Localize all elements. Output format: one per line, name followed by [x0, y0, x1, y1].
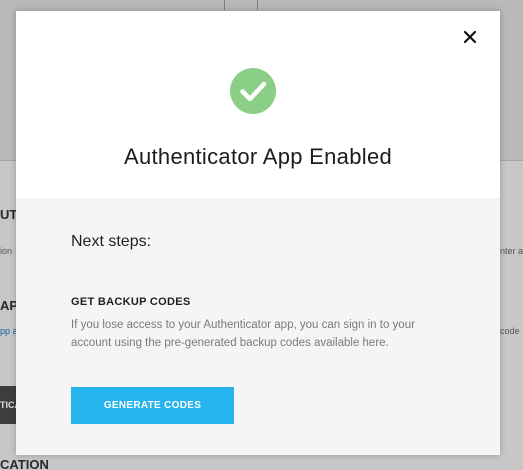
backup-codes-heading: GET BACKUP CODES: [71, 296, 191, 308]
background-divider: [224, 0, 225, 10]
background-link[interactable]: pp a: [0, 326, 16, 336]
background-button[interactable]: TICA: [0, 386, 16, 424]
background-text: code: [500, 326, 520, 336]
generate-codes-button[interactable]: GENERATE CODES: [71, 387, 234, 424]
next-steps-heading: Next steps:: [71, 233, 152, 250]
close-icon[interactable]: [463, 30, 477, 44]
modal-header: Authenticator App Enabled: [16, 11, 500, 198]
modal-title: Authenticator App Enabled: [123, 144, 393, 169]
backup-codes-description: If you lose access to your Authenticator…: [71, 319, 415, 349]
background-text: ion: [0, 246, 13, 256]
background-section-label: CATION: [0, 457, 49, 470]
background-section-label: AP: [0, 298, 16, 313]
background-section-label: UT: [0, 207, 16, 222]
background-divider: [257, 0, 258, 10]
success-check-icon: [230, 68, 276, 114]
background-text: nter a: [500, 246, 523, 256]
authenticator-modal: Authenticator App Enabled Next steps: GE…: [16, 11, 500, 455]
close-button[interactable]: [459, 26, 481, 48]
